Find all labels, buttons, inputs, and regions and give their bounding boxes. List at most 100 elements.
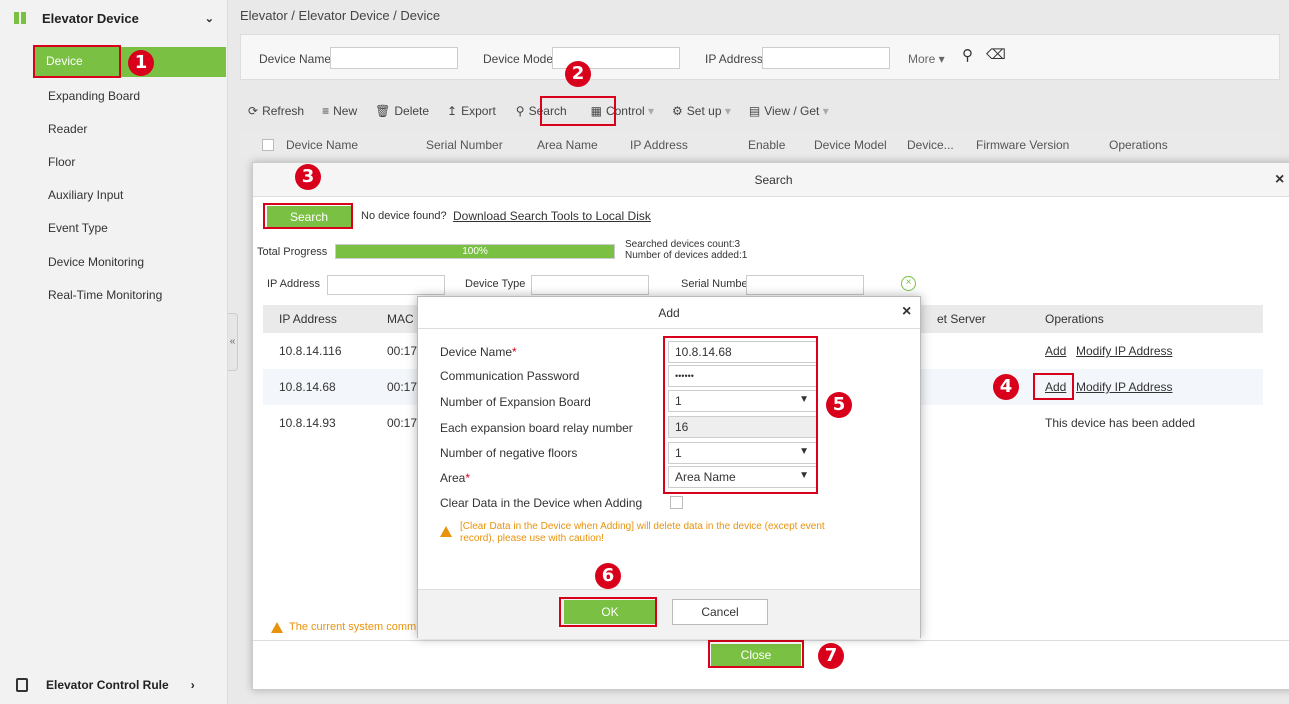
row-modify-ip-link[interactable]: Modify IP Address — [1076, 344, 1173, 358]
highlight-add-form-fields — [663, 336, 818, 494]
cancel-button[interactable]: Cancel — [672, 599, 768, 625]
delete-button[interactable]: 🗑 Delete — [375, 104, 429, 118]
highlight-add-link — [1033, 373, 1074, 400]
serial-number-filter-input[interactable] — [746, 275, 864, 295]
highlight-ok-button — [559, 597, 657, 627]
search-icon: ⚲ — [515, 104, 525, 118]
device-type-filter-input[interactable] — [531, 275, 649, 295]
ip-filter-label: IP Address — [267, 278, 320, 290]
row-add-link[interactable]: Add — [1045, 344, 1066, 358]
callout-4: 4 — [993, 374, 1019, 400]
row-mac: 00:17 — [387, 344, 418, 358]
add-dialog-title: Add — [418, 297, 920, 329]
row-mac: 00:17 — [387, 416, 418, 430]
ip-address-filter-label: IP Address — [705, 52, 763, 66]
add-dialog-footer — [418, 589, 920, 639]
select-all-checkbox[interactable] — [262, 139, 274, 151]
col-ip-address[interactable]: IP Address — [630, 138, 688, 152]
total-progress-label: Total Progress — [257, 246, 328, 258]
device-name-label: Device Name* — [440, 345, 517, 359]
more-filter-toggle[interactable]: More ▾ — [908, 52, 945, 66]
gear-icon: ⚙ — [672, 104, 683, 118]
collapse-sidebar-handle[interactable]: « — [228, 313, 238, 371]
sidebar — [0, 0, 228, 704]
sidebar-module-title: Elevator Device — [42, 10, 139, 26]
clear-data-checkbox[interactable] — [670, 496, 683, 509]
sidebar-footer-title: Elevator Control Rule — [46, 678, 169, 692]
expansion-board-label: Number of Expansion Board — [440, 395, 591, 409]
delete-label: Delete — [394, 104, 430, 118]
col-area-name[interactable]: Area Name — [537, 138, 598, 152]
callout-2: 2 — [565, 61, 591, 87]
device-model-filter-label: Device Model — [483, 52, 556, 66]
area-label: Area* — [440, 471, 471, 485]
highlight-close-button — [708, 640, 804, 668]
sidebar-item-device-monitoring[interactable]: Device Monitoring — [48, 255, 144, 269]
clear-data-warning-line1: [Clear Data in the Device when Adding] w… — [460, 521, 825, 532]
row-modify-ip-link[interactable]: Modify IP Address — [1076, 380, 1173, 394]
setup-label: Set up — [686, 104, 722, 118]
row-ip: 10.8.14.68 — [279, 380, 336, 394]
col-device-type[interactable]: Device... — [907, 138, 954, 152]
row-ip: 10.8.14.93 — [279, 416, 336, 430]
system-comm-warning: The current system comm — [289, 621, 417, 633]
ip-address-filter-input[interactable] — [762, 47, 890, 69]
new-icon: ≡ — [322, 104, 330, 118]
close-icon[interactable]: × — [1275, 171, 1284, 189]
relay-number-label: Each expansion board relay number — [440, 421, 633, 435]
export-icon: ↥ — [447, 104, 458, 118]
added-count-text: Number of devices added:1 — [625, 250, 748, 261]
device-name-filter-label: Device Name — [259, 52, 332, 66]
col-result-operations: Operations — [1045, 312, 1104, 326]
comm-password-label: Communication Password — [440, 369, 580, 383]
sidebar-item-real-time-monitoring[interactable]: Real-Time Monitoring — [48, 288, 162, 302]
trash-icon: 🗑 — [375, 104, 391, 118]
elevator-rule-icon — [16, 678, 28, 692]
ip-filter-input[interactable] — [327, 275, 445, 295]
sidebar-item-expanding-board[interactable]: Expanding Board — [48, 89, 140, 103]
callout-5: 5 — [826, 392, 852, 418]
clear-data-warning-line2: record), please use with caution! — [460, 533, 604, 544]
view-icon: ▤ — [748, 104, 761, 118]
download-search-tools-link[interactable]: Download Search Tools to Local Disk — [453, 209, 651, 223]
sidebar-module-header[interactable]: Elevator Device ⌄ — [14, 8, 214, 28]
close-icon[interactable]: × — [902, 303, 911, 321]
warning-icon — [440, 524, 452, 538]
col-operations[interactable]: Operations — [1109, 138, 1168, 152]
total-progress-bar: 100% — [335, 244, 615, 259]
search-dialog-title: Search — [253, 163, 1289, 197]
col-firmware-version[interactable]: Firmware Version — [976, 138, 1069, 152]
search-icon[interactable]: ⚲ — [962, 46, 973, 64]
negative-floors-label: Number of negative floors — [440, 446, 578, 460]
callout-6: 6 — [595, 563, 621, 589]
col-enable[interactable]: Enable — [748, 138, 785, 152]
toolbar: ⟳ Refresh ≡ New 🗑 Delete ↥ Export ⚲ Search ▦ C… — [240, 96, 1280, 126]
view-get-label: View / Get — [764, 104, 820, 118]
setup-menu[interactable]: ⚙ Set up ▾ — [672, 104, 731, 118]
sidebar-item-auxiliary-input[interactable]: Auxiliary Input — [48, 188, 123, 202]
searched-count-text: Searched devices count:3 — [625, 239, 741, 250]
export-button[interactable]: ↥ Export — [447, 104, 496, 118]
device-name-filter-input[interactable] — [330, 47, 458, 69]
new-button[interactable]: ≡ New — [322, 104, 357, 118]
row-ip: 10.8.14.116 — [279, 344, 342, 358]
col-serial-number[interactable]: Serial Number — [426, 138, 503, 152]
device-type-filter-label: Device Type — [465, 278, 526, 290]
refresh-icon: ⟳ — [248, 104, 259, 118]
new-label: New — [333, 104, 358, 118]
col-device-name[interactable]: Device Name — [286, 138, 358, 152]
col-result-ip: IP Address — [279, 312, 337, 326]
sidebar-item-floor[interactable]: Floor — [48, 155, 75, 169]
sidebar-item-event-type[interactable]: Event Type — [48, 221, 108, 235]
no-device-found-text: No device found? — [361, 210, 447, 222]
sidebar-footer-module[interactable]: Elevator Control Rule › — [16, 678, 216, 692]
clear-filter-icon[interactable]: ⌫ — [986, 46, 1006, 63]
sidebar-item-reader[interactable]: Reader — [48, 122, 87, 136]
serial-number-filter-label: Serial Number — [681, 278, 752, 290]
col-device-model[interactable]: Device Model — [814, 138, 887, 152]
progress-fill: 100% — [336, 245, 614, 258]
highlight-search-button — [263, 203, 353, 229]
clear-search-filter-icon[interactable]: × — [901, 276, 916, 291]
refresh-button[interactable]: ⟳ Refresh — [248, 104, 304, 118]
view-get-menu[interactable]: ▤ View / Get ▾ — [749, 104, 829, 118]
